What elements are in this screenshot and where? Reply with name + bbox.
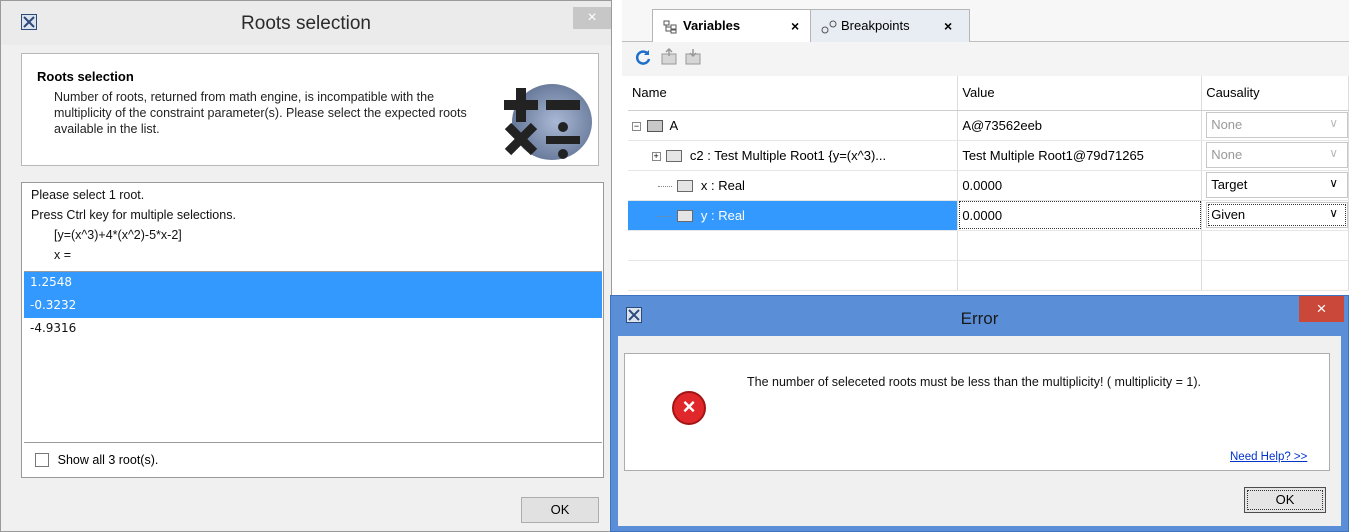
close-button[interactable]: × [1299, 296, 1344, 322]
causality-cell[interactable]: None ∨ [1201, 110, 1349, 141]
column-header-name[interactable]: Name [628, 76, 959, 111]
roots-dialog-title: Roots selection [241, 13, 371, 34]
roots-header-banner: Roots selection Number of roots, returne… [21, 53, 599, 166]
tab-breakpoints[interactable]: Breakpoints × [810, 9, 970, 42]
roots-selection-dialog: Roots selection × Roots selection Number… [0, 0, 612, 532]
causality-cell[interactable]: Given ∨ [1201, 200, 1349, 231]
list-item[interactable]: -0.3232 [24, 295, 602, 318]
tab-variables-label: Variables [683, 18, 741, 33]
export-icon[interactable] [660, 47, 678, 66]
need-help-link[interactable]: Need Help? >> [1230, 451, 1307, 463]
chevron-down-icon[interactable]: ∨ [1329, 176, 1338, 190]
prompt-ctrl-hint: Press Ctrl key for multiple selections. [31, 208, 236, 222]
block-icon [646, 120, 663, 133]
name-cell[interactable]: y : Real [628, 200, 959, 231]
prompt-select-count: Please select 1 root. [31, 188, 145, 202]
table-row[interactable]: x : Real 0.0000 Target ∨ [628, 170, 1349, 201]
causality-cell[interactable]: None ∨ [1201, 140, 1349, 171]
show-all-roots-option[interactable]: Show all 3 root(s). [35, 451, 158, 467]
table-row [628, 260, 1349, 291]
roots-list[interactable]: 1.2548 -0.3232 -4.9316 [24, 271, 602, 443]
roots-dialog-titlebar[interactable]: Roots selection × [1, 1, 611, 45]
roots-panel: Please select 1 root. Press Ctrl key for… [21, 182, 604, 478]
close-icon[interactable]: × [791, 10, 799, 42]
table-row[interactable]: − A A@73562eeb None ∨ [628, 110, 1349, 141]
table-row [628, 230, 1349, 261]
causality-dropdown[interactable]: Given [1206, 202, 1348, 228]
value-cell[interactable]: 0.0000 [957, 170, 1203, 201]
close-icon[interactable]: × [944, 10, 952, 42]
show-all-label: Show all 3 root(s). [57, 452, 159, 467]
row-name: x : Real [700, 177, 745, 193]
tab-bar: Variables × Breakpoints × [622, 0, 1349, 42]
causality-dropdown[interactable]: Target [1206, 172, 1348, 198]
variables-toolbar [622, 42, 1349, 76]
table-row[interactable]: y : Real 0.0000 Given ∨ [628, 200, 1349, 231]
value-cell[interactable]: 0.0000 [957, 200, 1203, 231]
causality-dropdown[interactable]: None [1206, 112, 1348, 138]
value-cell[interactable]: Test Multiple Root1@79d71265 [957, 140, 1203, 171]
causality-cell[interactable]: Target ∨ [1201, 170, 1349, 201]
error-dialog: Error × × The number of seleceted roots … [610, 295, 1349, 532]
show-all-checkbox[interactable] [35, 452, 49, 467]
part-property-icon [666, 150, 683, 163]
roots-header-description: Number of roots, returned from math engi… [54, 90, 467, 136]
chevron-down-icon[interactable]: ∨ [1329, 116, 1338, 130]
prompt-equation: [y=(x^3)+4*(x^2)-5*x-2] [54, 228, 182, 242]
row-name: A [669, 117, 679, 133]
tab-variables[interactable]: Variables × [652, 9, 812, 42]
error-message-panel: × The number of seleceted roots must be … [624, 353, 1330, 471]
chevron-down-icon[interactable]: ∨ [1329, 206, 1338, 220]
row-name: c2 : Test Multiple Root1 {y=(x^3)... [689, 147, 887, 163]
math-operators-icon [494, 74, 594, 162]
column-header-value[interactable]: Value [957, 76, 1203, 111]
row-name: y : Real [700, 207, 745, 223]
table-row[interactable]: + c2 : Test Multiple Root1 {y=(x^3)... T… [628, 140, 1349, 171]
error-dialog-title: Error [960, 309, 999, 328]
column-header-causality[interactable]: Causality [1201, 76, 1349, 111]
variables-icon [663, 10, 677, 42]
close-button[interactable]: × [573, 7, 611, 29]
import-icon[interactable] [684, 48, 702, 66]
name-cell[interactable]: − A [628, 110, 959, 141]
tab-breakpoints-label: Breakpoints [841, 18, 910, 33]
error-message: The number of seleceted roots must be le… [747, 375, 1202, 389]
variables-table: Name Value Causality − A A@73562eeb None… [628, 76, 1349, 291]
value-property-icon [677, 180, 694, 193]
tree-connector [657, 215, 672, 217]
error-dialog-titlebar[interactable]: Error × [611, 296, 1348, 336]
tree-connector [657, 185, 672, 187]
causality-dropdown[interactable]: None [1206, 142, 1348, 168]
list-item[interactable]: 1.2548 [24, 272, 602, 295]
breakpoints-icon [821, 10, 837, 42]
value-cell[interactable]: A@73562eeb [957, 110, 1203, 141]
expand-icon[interactable]: + [651, 151, 661, 161]
value-property-icon [677, 210, 694, 223]
name-cell[interactable]: x : Real [628, 170, 959, 201]
prompt-variable: x = [54, 248, 72, 262]
chevron-down-icon[interactable]: ∨ [1329, 146, 1338, 160]
ok-button[interactable]: OK [1244, 487, 1326, 513]
list-item[interactable]: -4.9316 [24, 318, 602, 341]
roots-header-title: Roots selection [37, 69, 134, 84]
ok-button[interactable]: OK [521, 497, 599, 523]
table-header-row: Name Value Causality [628, 76, 1349, 111]
name-cell[interactable]: + c2 : Test Multiple Root1 {y=(x^3)... [628, 140, 959, 171]
error-icon: × [672, 391, 706, 425]
refresh-icon[interactable] [634, 48, 652, 66]
collapse-icon[interactable]: − [632, 121, 641, 131]
error-dialog-body: × The number of seleceted roots must be … [618, 336, 1341, 526]
